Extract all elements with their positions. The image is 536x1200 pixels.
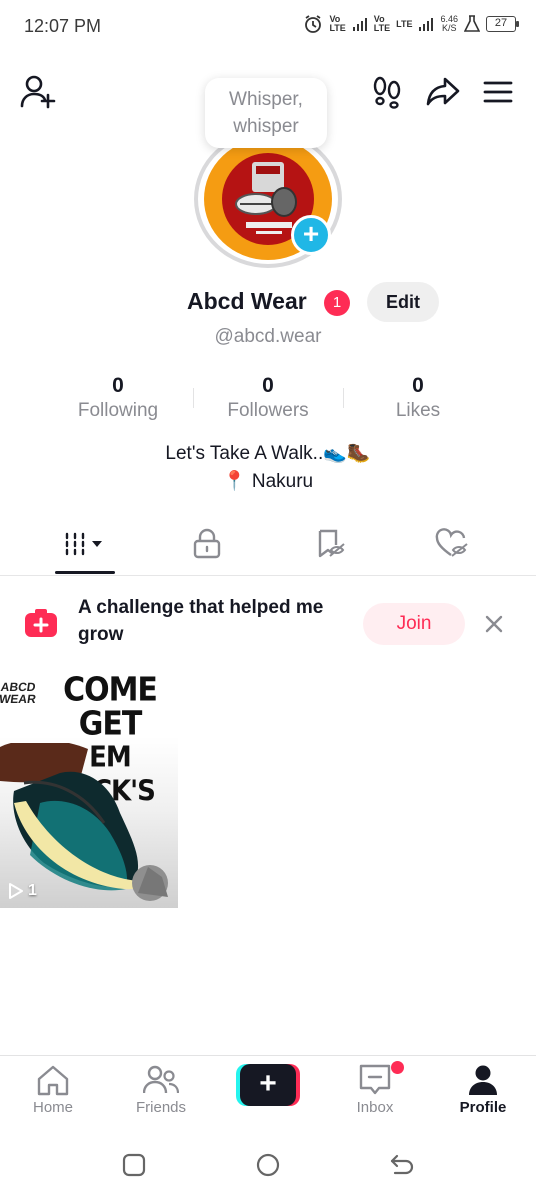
stat-following[interactable]: 0 Following bbox=[48, 374, 188, 422]
profile-icon bbox=[469, 1065, 497, 1095]
bio: Let's Take A Walk..👟🥾 📍 Nakuru bbox=[0, 440, 536, 496]
stat-label: Following bbox=[77, 400, 159, 421]
close-icon[interactable] bbox=[480, 610, 508, 638]
system-navigation-bar bbox=[0, 1140, 536, 1190]
friends-icon bbox=[143, 1065, 179, 1094]
network-speed: 6.46 K/S bbox=[440, 14, 458, 33]
flask-icon bbox=[464, 15, 480, 32]
video-brand-text: ABCD WEAR bbox=[0, 680, 37, 706]
stat-value: 0 bbox=[112, 374, 124, 397]
heart-hidden-icon bbox=[435, 528, 468, 557]
name-row: Abcd Wear 1 Edit bbox=[0, 282, 536, 322]
back-button[interactable] bbox=[384, 1150, 420, 1180]
menu-button[interactable] bbox=[478, 72, 518, 112]
signal-icon-2 bbox=[419, 18, 434, 31]
notification-badge[interactable]: 1 bbox=[324, 290, 350, 316]
volte-indicator-2: Vo LTE bbox=[373, 14, 391, 33]
home-circle-icon bbox=[256, 1153, 280, 1177]
challenge-icon bbox=[25, 609, 57, 637]
user-handle: @abcd.wear bbox=[214, 326, 322, 347]
bottom-nav-divider bbox=[0, 1055, 536, 1056]
share-arrow-icon bbox=[426, 77, 460, 106]
play-outline-icon bbox=[9, 883, 23, 899]
battery-indicator: 27 bbox=[486, 16, 519, 32]
edit-profile-button[interactable]: Edit bbox=[367, 282, 439, 322]
nav-home[interactable]: Home bbox=[8, 1062, 98, 1122]
join-button[interactable]: Join bbox=[363, 603, 465, 645]
nav-label: Home bbox=[32, 1099, 73, 1116]
home-system-button[interactable] bbox=[250, 1150, 286, 1180]
nav-profile[interactable]: Profile bbox=[438, 1062, 528, 1122]
nav-label: Inbox bbox=[356, 1099, 394, 1116]
status-icons: Vo LTE Vo LTE LTE 6.46 K/S 27 bbox=[303, 14, 519, 34]
lock-icon bbox=[193, 528, 221, 559]
tab-videos[interactable] bbox=[55, 524, 115, 564]
footprints-icon bbox=[373, 76, 401, 109]
nav-label: Friends bbox=[135, 1099, 187, 1116]
add-friend-button[interactable] bbox=[18, 72, 58, 112]
whisper-tooltip[interactable]: Whisper, whisper bbox=[205, 78, 327, 148]
whisper-text-line1: Whisper, bbox=[229, 89, 303, 110]
video-thumbnail[interactable]: ABCD WEAR COME GET EM KICK'S 1 bbox=[0, 663, 178, 908]
challenge-banner[interactable]: A challenge that helped me grow Join bbox=[0, 592, 536, 652]
active-tab-indicator bbox=[55, 571, 115, 574]
home-icon bbox=[37, 1065, 69, 1096]
tab-private[interactable] bbox=[177, 524, 237, 564]
tab-liked[interactable] bbox=[422, 524, 482, 564]
stat-label: Likes bbox=[395, 400, 441, 421]
share-profile-button[interactable] bbox=[423, 72, 463, 112]
recents-icon bbox=[122, 1153, 146, 1177]
status-bar: 12:07 PM Vo LTE Vo LTE LTE 6.46 K/S 27 bbox=[0, 0, 536, 56]
inbox-icon bbox=[359, 1064, 391, 1095]
stat-value: 0 bbox=[412, 374, 424, 397]
play-count: 1 bbox=[8, 882, 37, 900]
bio-line: Let's Take A Walk..👟🥾 bbox=[165, 443, 371, 464]
back-icon bbox=[390, 1154, 414, 1175]
challenge-text: A challenge that helped me grow bbox=[78, 597, 324, 645]
volte-indicator-1: Vo LTE bbox=[329, 14, 346, 33]
nav-inbox[interactable]: Inbox bbox=[330, 1062, 420, 1122]
inbox-notification-dot bbox=[391, 1061, 404, 1074]
stat-followers[interactable]: 0 Followers bbox=[198, 374, 338, 422]
tab-saved[interactable] bbox=[301, 524, 361, 564]
profile-views-button[interactable] bbox=[367, 72, 407, 112]
grid-dropdown-icon bbox=[65, 532, 102, 556]
add-person-icon bbox=[20, 75, 56, 109]
bookmark-hidden-icon bbox=[318, 529, 345, 558]
tab-divider bbox=[0, 575, 536, 576]
signal-icon-1 bbox=[352, 18, 367, 31]
display-name: Abcd Wear bbox=[187, 288, 307, 314]
stat-likes[interactable]: 0 Likes bbox=[348, 374, 488, 422]
stat-value: 0 bbox=[262, 374, 274, 397]
profile-stats: 0 Following 0 Followers 0 Likes bbox=[0, 374, 536, 430]
nav-label: Profile bbox=[459, 1099, 507, 1116]
stat-divider bbox=[193, 388, 194, 408]
lte-indicator: LTE bbox=[396, 18, 413, 29]
whisper-text-line2: whisper bbox=[233, 116, 299, 137]
hamburger-menu-icon bbox=[483, 81, 513, 103]
stat-label: Followers bbox=[227, 400, 309, 421]
alarm-icon bbox=[305, 15, 322, 33]
add-avatar-button[interactable]: + bbox=[291, 215, 331, 255]
create-button[interactable]: + bbox=[236, 1064, 300, 1106]
recents-button[interactable] bbox=[116, 1150, 152, 1180]
nav-friends[interactable]: Friends bbox=[116, 1062, 206, 1122]
stat-divider bbox=[343, 388, 344, 408]
bio-location: 📍 Nakuru bbox=[222, 471, 314, 492]
status-time: 12:07 PM bbox=[24, 16, 102, 36]
plus-icon: + bbox=[240, 1064, 296, 1106]
